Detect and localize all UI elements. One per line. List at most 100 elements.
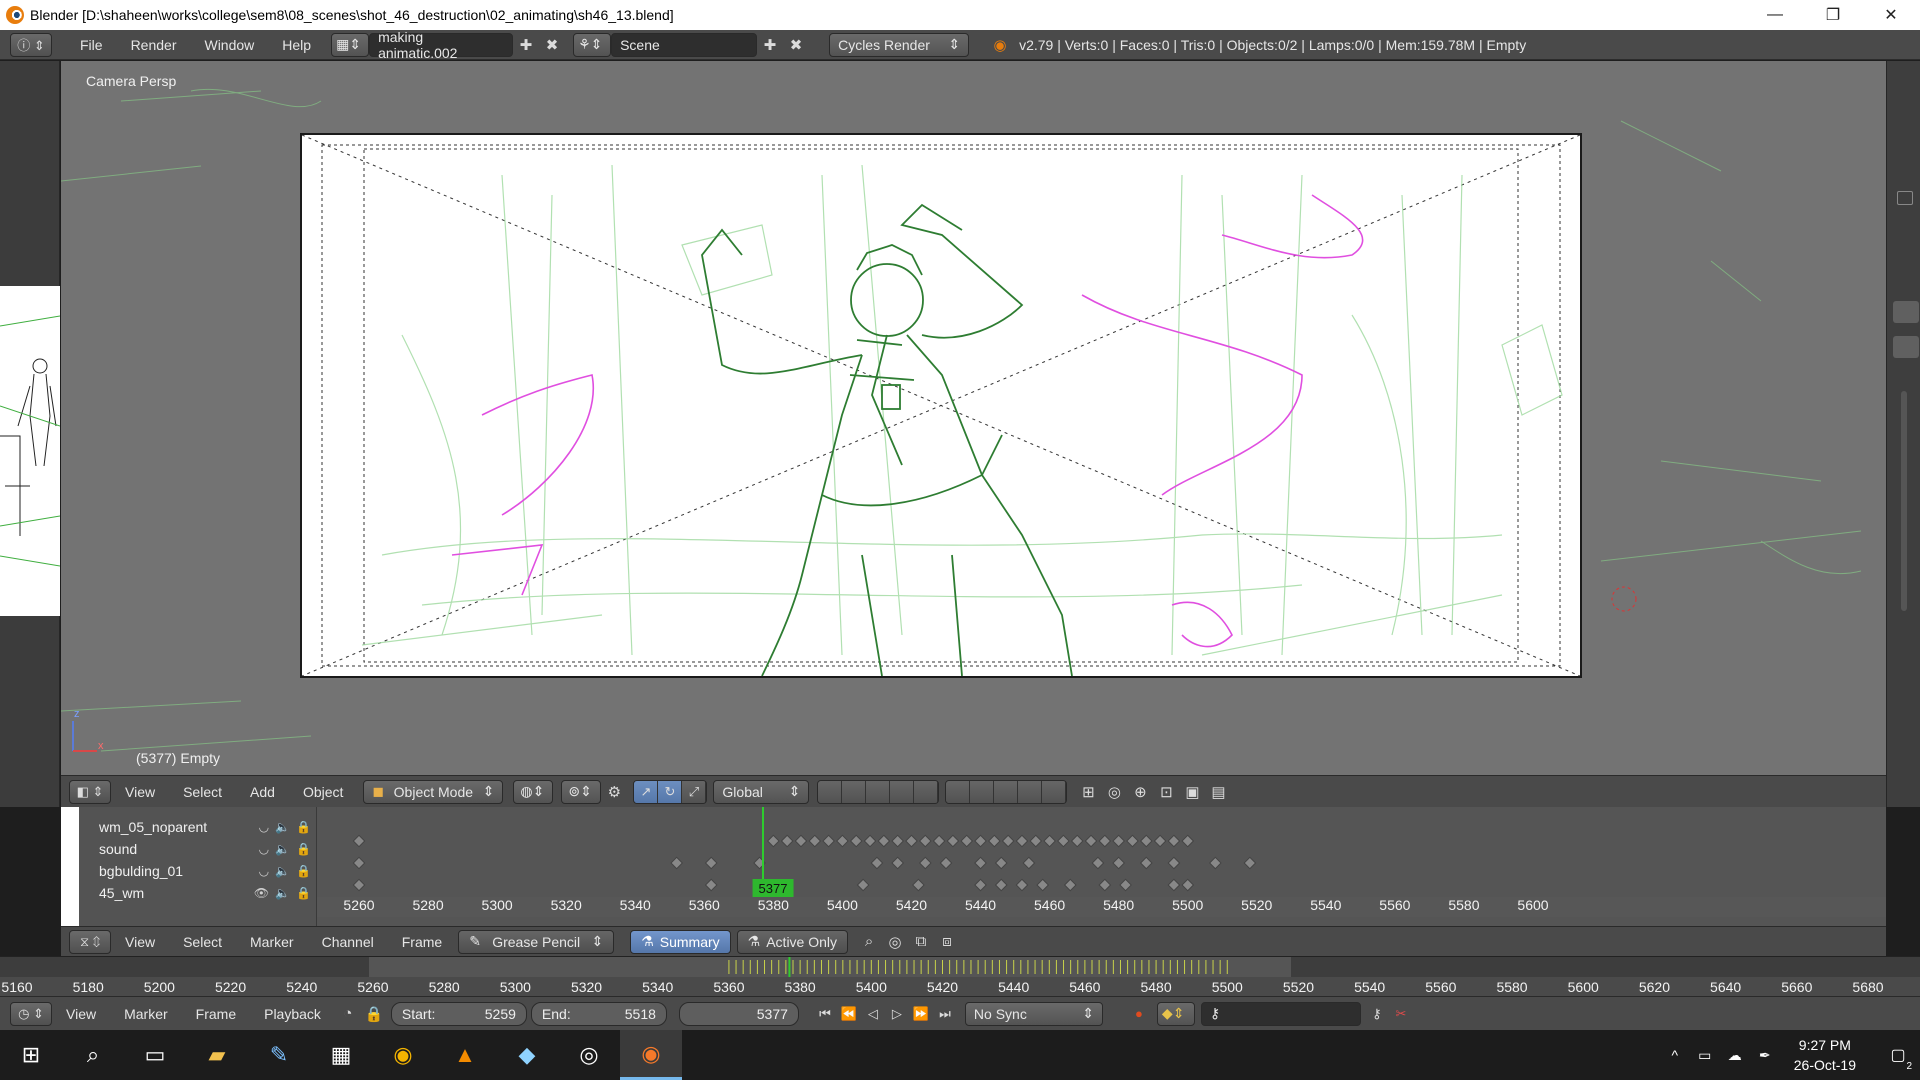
keyframe-diamond[interactable] [1167, 878, 1181, 892]
viewport-shading-dropdown[interactable]: ◍⇕ [513, 779, 554, 804]
calculator-icon[interactable]: ▦ [310, 1030, 372, 1080]
keyframe-diamond[interactable] [794, 834, 808, 848]
channel-row[interactable]: bgbulding_01 ◡ 🔈 🔒 [79, 860, 317, 882]
keyframe-diamond[interactable] [1084, 834, 1098, 848]
menu-file[interactable]: File [66, 37, 117, 53]
editor-type-3dview-button[interactable]: ◧ ⇕ [69, 779, 111, 804]
keyframe-diamond[interactable] [1029, 834, 1043, 848]
blender-taskbar-icon[interactable]: ◉ [620, 1030, 682, 1080]
lock-icon[interactable]: 🔒 [296, 842, 311, 856]
keyframe-diamond[interactable] [1070, 834, 1084, 848]
keyframe-diamond[interactable] [960, 834, 974, 848]
jump-start-icon[interactable]: ⏮ [813, 1002, 837, 1026]
keyframe-diamond[interactable] [918, 834, 932, 848]
copy-keys-icon[interactable]: ⧉ [908, 930, 934, 954]
current-frame-badge[interactable]: 5377 [752, 879, 794, 897]
keyframe-diamond[interactable] [1015, 878, 1029, 892]
keyframe-diamond[interactable] [849, 834, 863, 848]
paste-keys-icon[interactable]: ⧈ [934, 930, 960, 954]
keying-set-field[interactable]: ⚷ [1200, 1001, 1361, 1026]
summary-toggle[interactable]: ⚗ Summary [630, 929, 731, 954]
notes-app-icon[interactable]: ◆ [496, 1030, 558, 1080]
keyframe-diamond[interactable] [1112, 856, 1126, 870]
keyframe-diamond[interactable] [1098, 878, 1112, 892]
tools-tab-icon[interactable] [1893, 336, 1919, 358]
keyframe-diamond[interactable] [1057, 834, 1070, 848]
manipulator-toggle-icon[interactable]: ⚙ [601, 780, 627, 804]
eye-closed-icon[interactable]: ◡ [259, 864, 269, 878]
scale-manipulator-icon[interactable]: ⤢ [682, 780, 707, 803]
play-reverse-icon[interactable]: ◁ [861, 1002, 885, 1026]
keyframe-diamond[interactable] [1167, 834, 1181, 848]
snap-icon[interactable]: ⊕ [1127, 780, 1153, 804]
ds-menu-channel[interactable]: Channel [308, 934, 388, 950]
record-icon[interactable]: ● [1127, 1002, 1151, 1026]
minimize-button[interactable]: — [1746, 0, 1804, 30]
remove-scene-icon[interactable]: ✖ [783, 33, 809, 57]
rotate-manipulator-icon[interactable]: ↻ [658, 780, 683, 803]
snap-element-icon[interactable]: ⊡ [1153, 780, 1179, 804]
taskbar-clock[interactable]: 9:27 PM 26-Oct-19 [1794, 1035, 1856, 1075]
action-center-icon[interactable]: ▢ 2 [1876, 1030, 1920, 1080]
keying-mode-dropdown[interactable]: ◆⇕ [1156, 1001, 1195, 1026]
menu-window[interactable]: Window [190, 37, 268, 53]
keyframe-diamond[interactable] [704, 878, 718, 892]
active-only-toggle[interactable]: ⚗ Active Only [736, 929, 849, 954]
keyframe-diamond[interactable] [877, 834, 891, 848]
dopesheet-editor[interactable]: wm_05_noparent ◡ 🔈 🔒 sound ◡ 🔈 🔒 bgbulding_0… [61, 807, 1886, 929]
keyframe-diamond[interactable] [1015, 834, 1029, 848]
right-scrollbar[interactable] [1901, 391, 1907, 611]
keyframe-diamond[interactable] [1112, 834, 1126, 848]
lock-icon[interactable]: 🔒 [296, 820, 311, 834]
keyframe-diamond[interactable] [863, 834, 877, 848]
keyframe-diamond[interactable] [1036, 878, 1050, 892]
keyframe-diamond[interactable] [1208, 856, 1222, 870]
keyframe-diamond[interactable] [1243, 856, 1257, 870]
keyframe-diamond[interactable] [766, 834, 780, 848]
keyframe-diamond[interactable] [1153, 834, 1167, 848]
keyframe-diamond[interactable] [836, 834, 849, 848]
current-frame-field[interactable]: 5377 [678, 1001, 799, 1026]
vp-menu-object[interactable]: Object [289, 784, 357, 800]
keyframe-diamond[interactable] [1181, 878, 1195, 892]
keyframe-diamond[interactable] [946, 834, 960, 848]
keyframe-diamond[interactable] [808, 834, 822, 848]
sync-mode-dropdown[interactable]: No Sync ⇕ [964, 1001, 1103, 1026]
vlc-icon[interactable]: ▲ [434, 1030, 496, 1080]
add-scene-icon[interactable]: ✚ [757, 33, 783, 57]
tl-menu-view[interactable]: View [52, 1006, 110, 1022]
timeline-frame-ruler[interactable]: 5160 5180 5200 5220 5240 5260 5280 5300 5320 5340… [0, 977, 1920, 997]
chrome-icon[interactable]: ◉ [372, 1030, 434, 1080]
next-keyframe-icon[interactable]: ⏩ [909, 1002, 933, 1026]
vp-menu-add[interactable]: Add [236, 784, 289, 800]
keyframe-diamond[interactable] [1139, 834, 1153, 848]
tl-menu-playback[interactable]: Playback [250, 1006, 335, 1022]
onedrive-icon[interactable]: ☁ [1720, 1030, 1750, 1080]
camera-icon[interactable] [1897, 191, 1913, 205]
keyframe-diamond[interactable] [704, 856, 718, 870]
remove-layout-icon[interactable]: ✖ [539, 33, 565, 57]
keyframe-diamond[interactable] [1139, 856, 1153, 870]
channel-row[interactable]: sound ◡ 🔈 🔒 [79, 838, 317, 860]
speaker-icon[interactable]: 🔈 [275, 886, 290, 900]
speaker-icon[interactable]: 🔈 [275, 842, 290, 856]
ds-menu-frame[interactable]: Frame [388, 934, 456, 950]
editor-type-dopesheet-button[interactable]: ⧖ ⇕ [69, 929, 111, 954]
lock-icon[interactable]: 🔒 [296, 864, 311, 878]
lock-icon[interactable]: 🔒 [296, 886, 311, 900]
render-animation-icon[interactable]: ▤ [1205, 780, 1231, 804]
scene-browse-button[interactable]: ⚘⇕ [573, 32, 612, 57]
ds-menu-select[interactable]: Select [169, 934, 236, 950]
paint-app-icon[interactable]: ✎ [248, 1030, 310, 1080]
keyframe-diamond[interactable] [905, 834, 918, 848]
lock-camera-icon[interactable]: ⊞ [1075, 780, 1101, 804]
keyframe-diamond[interactable] [918, 856, 932, 870]
channel-row[interactable]: 45_wm 👁 🔈 🔒 [79, 882, 317, 904]
delete-keyframe-icon[interactable]: ✂ [1389, 1002, 1413, 1026]
pivot-point-dropdown[interactable]: ⊚⇕ [561, 779, 602, 804]
lock-range-icon[interactable]: 🔒 [361, 1002, 387, 1026]
keyframe-diamond[interactable] [1043, 834, 1056, 848]
keyframe-diamond[interactable] [1022, 856, 1036, 870]
preview-range-icon[interactable]: ◔ [335, 1002, 361, 1026]
keyframe-diamond[interactable] [352, 878, 366, 892]
